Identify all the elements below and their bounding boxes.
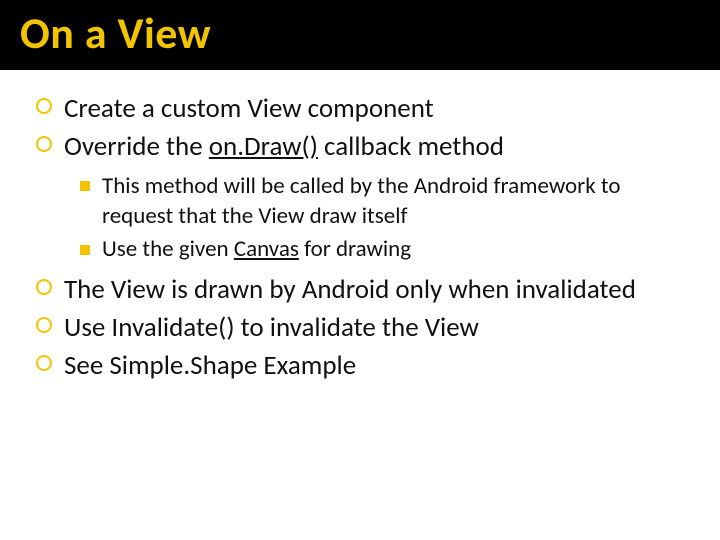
bullet-item: The View is drawn by Android only when i… <box>36 273 690 307</box>
bullet-text: Create a custom View component <box>64 92 434 125</box>
bullet-text-post: callback method <box>318 130 504 163</box>
sub-bullet-item: Use the given Canvas for drawing <box>80 235 690 265</box>
bullet-item: Create a custom View component <box>36 92 690 126</box>
title-bar: On a View <box>0 0 720 70</box>
bullet-item: See Simple.Shape Example <box>36 349 690 383</box>
bullet-text: Use Invalidate() to invalidate the View <box>64 311 479 344</box>
sub-bullet-list: This method will be called by the Androi… <box>80 172 690 266</box>
sub-bullet-link: Canvas <box>234 235 299 263</box>
slide-content: Create a custom View component Override … <box>0 70 720 382</box>
bullet-item: Override the on.Draw() callback method T… <box>36 130 690 265</box>
sub-bullet-text-post: for drawing <box>299 235 411 263</box>
sub-bullet-text-pre: Use the given <box>102 235 234 263</box>
bullet-list: Create a custom View component Override … <box>36 92 690 382</box>
bullet-link: on.Draw() <box>209 130 318 163</box>
sub-bullet-text: This method will be called by the Androi… <box>102 172 620 230</box>
bullet-text-pre: Override the <box>64 130 209 163</box>
sub-bullet-item: This method will be called by the Androi… <box>80 172 690 232</box>
slide-title: On a View <box>20 10 700 56</box>
slide: On a View Create a custom View component… <box>0 0 720 540</box>
bullet-item: Use Invalidate() to invalidate the View <box>36 311 690 345</box>
bullet-text: See Simple.Shape Example <box>64 349 356 382</box>
bullet-text: The View is drawn by Android only when i… <box>64 273 636 306</box>
